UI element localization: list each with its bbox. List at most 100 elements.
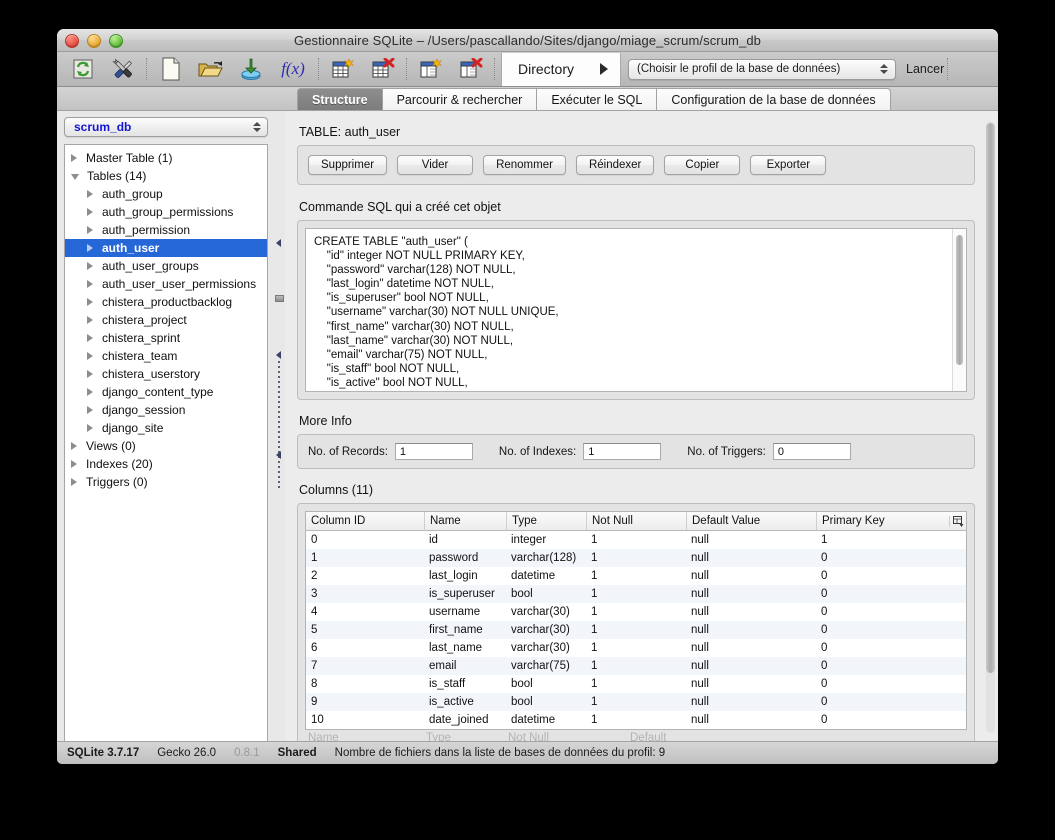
chevron-right-icon[interactable]: [71, 442, 77, 450]
tree-item-django-content-type[interactable]: django_content_type: [65, 383, 267, 401]
grid-header-type[interactable]: Type: [506, 512, 586, 530]
tree-item-chistera-team[interactable]: chistera_team: [65, 347, 267, 365]
open-folder-icon[interactable]: [191, 54, 231, 84]
chevron-right-icon[interactable]: [87, 316, 93, 324]
chevron-right-icon[interactable]: [87, 388, 93, 396]
export-table-button[interactable]: Exporter: [750, 155, 827, 175]
records-value[interactable]: 1: [394, 443, 473, 460]
chevron-right-icon[interactable]: [87, 190, 93, 198]
sidebar-splitter[interactable]: [273, 111, 285, 741]
tab-browse-search[interactable]: Parcourir & rechercher: [381, 88, 537, 110]
table-row[interactable]: 4 username varchar(30) 1 null 0: [306, 603, 966, 621]
splitter-arrow-icon[interactable]: [276, 451, 281, 459]
reindex-table-button[interactable]: Réindexer: [575, 155, 655, 175]
drop-table-icon[interactable]: [363, 54, 403, 84]
tab-database-configuration[interactable]: Configuration de la base de données: [656, 88, 891, 110]
tree-item-auth-user[interactable]: auth_user: [65, 239, 267, 257]
run-button[interactable]: Lancer: [906, 62, 944, 76]
main-scrollbar[interactable]: [983, 111, 998, 741]
main-scrollbar-thumb[interactable]: [986, 123, 995, 673]
grid-header-name[interactable]: Name: [424, 512, 506, 530]
maximize-button[interactable]: [109, 34, 123, 48]
profile-select[interactable]: (Choisir le profil de la base de données…: [628, 58, 897, 80]
stepper-icon[interactable]: [253, 122, 261, 132]
chevron-right-icon[interactable]: [87, 208, 93, 216]
tree-item-indexes[interactable]: Indexes (20): [65, 455, 267, 473]
table-row[interactable]: 3 is_superuser bool 1 null 0: [306, 585, 966, 603]
chevron-down-icon[interactable]: [71, 174, 79, 180]
table-row[interactable]: 7 email varchar(75) 1 null 0: [306, 657, 966, 675]
tab-execute-sql[interactable]: Exécuter le SQL: [536, 88, 657, 110]
tree-item-auth-user-groups[interactable]: auth_user_groups: [65, 257, 267, 275]
sql-textarea[interactable]: CREATE TABLE "auth_user" ( "id" integer …: [305, 228, 967, 392]
tree-item-auth-permission[interactable]: auth_permission: [65, 221, 267, 239]
table-row[interactable]: 10 date_joined datetime 1 null 0: [306, 711, 966, 729]
tab-structure[interactable]: Structure: [297, 88, 382, 110]
tree-item-chistera-userstory[interactable]: chistera_userstory: [65, 365, 267, 383]
grid-header-column-id[interactable]: Column ID: [306, 512, 424, 530]
database-select[interactable]: scrum_db: [64, 117, 268, 137]
play-arrow-icon[interactable]: [600, 63, 609, 75]
tree-item-django-site[interactable]: django_site: [65, 419, 267, 437]
table-row[interactable]: 9 is_active bool 1 null 0: [306, 693, 966, 711]
tree-item-tables[interactable]: Tables (14): [65, 167, 267, 185]
grid-header-not-null[interactable]: Not Null: [586, 512, 686, 530]
rename-table-button[interactable]: Renommer: [483, 155, 566, 175]
function-icon[interactable]: f(x): [271, 54, 315, 84]
splitter-arrow-icon[interactable]: [276, 239, 281, 247]
stepper-icon[interactable]: [880, 64, 889, 74]
tree-item-chistera-sprint[interactable]: chistera_sprint: [65, 329, 267, 347]
chevron-right-icon[interactable]: [87, 262, 93, 270]
chevron-right-icon[interactable]: [71, 460, 77, 468]
table-row[interactable]: 6 last_name varchar(30) 1 null 0: [306, 639, 966, 657]
new-document-icon[interactable]: [151, 54, 191, 84]
chevron-right-icon[interactable]: [71, 478, 77, 486]
chevron-right-icon[interactable]: [71, 154, 77, 162]
tree-item-master-table[interactable]: Master Table (1): [65, 149, 267, 167]
sql-scrollbar-thumb[interactable]: [956, 235, 963, 365]
chevron-right-icon[interactable]: [87, 406, 93, 414]
triggers-value[interactable]: 0: [772, 443, 851, 460]
refresh-icon[interactable]: [63, 54, 103, 84]
splitter-handle[interactable]: [275, 295, 284, 302]
cell-column-id: 9: [311, 696, 318, 708]
new-view-icon[interactable]: [411, 54, 451, 84]
sql-scrollbar[interactable]: [952, 229, 966, 391]
object-tree[interactable]: Master Table (1) Tables (14) auth_group …: [64, 144, 268, 741]
table-row[interactable]: 2 last_login datetime 1 null 0: [306, 567, 966, 585]
chevron-right-icon[interactable]: [87, 298, 93, 306]
table-row[interactable]: 1 password varchar(128) 1 null 0: [306, 549, 966, 567]
delete-table-button[interactable]: Supprimer: [308, 155, 388, 175]
close-button[interactable]: [65, 34, 79, 48]
tree-item-auth-user-user-permissions[interactable]: auth_user_user_permissions: [65, 275, 267, 293]
chevron-right-icon[interactable]: [87, 370, 93, 378]
tree-item-views[interactable]: Views (0): [65, 437, 267, 455]
grid-header-default-value[interactable]: Default Value: [686, 512, 816, 530]
import-database-icon[interactable]: [231, 54, 271, 84]
splitter-arrow-icon[interactable]: [276, 351, 281, 359]
table-row[interactable]: 0 id integer 1 null 1: [306, 531, 966, 549]
minimize-button[interactable]: [87, 34, 101, 48]
tree-item-triggers[interactable]: Triggers (0): [65, 473, 267, 491]
table-row[interactable]: 8 is_staff bool 1 null 0: [306, 675, 966, 693]
tree-item-auth-group-permissions[interactable]: auth_group_permissions: [65, 203, 267, 221]
tree-item-chistera-project[interactable]: chistera_project: [65, 311, 267, 329]
chevron-right-icon[interactable]: [87, 244, 93, 252]
copy-table-button[interactable]: Copier: [664, 155, 741, 175]
grid-header-primary-key[interactable]: Primary Key: [816, 512, 949, 530]
empty-table-button[interactable]: Vider: [397, 155, 474, 175]
drop-view-icon[interactable]: [451, 54, 491, 84]
chevron-right-icon[interactable]: [87, 280, 93, 288]
tree-item-django-session[interactable]: django_session: [65, 401, 267, 419]
tools-icon[interactable]: [103, 54, 143, 84]
chevron-right-icon[interactable]: [87, 334, 93, 342]
tree-item-auth-group[interactable]: auth_group: [65, 185, 267, 203]
grid-column-chooser-icon[interactable]: [949, 515, 966, 527]
chevron-right-icon[interactable]: [87, 352, 93, 360]
new-table-icon[interactable]: [323, 54, 363, 84]
table-row[interactable]: 5 first_name varchar(30) 1 null 0: [306, 621, 966, 639]
chevron-right-icon[interactable]: [87, 424, 93, 432]
tree-item-chistera-productbacklog[interactable]: chistera_productbacklog: [65, 293, 267, 311]
chevron-right-icon[interactable]: [87, 226, 93, 234]
indexes-value[interactable]: 1: [583, 443, 662, 460]
